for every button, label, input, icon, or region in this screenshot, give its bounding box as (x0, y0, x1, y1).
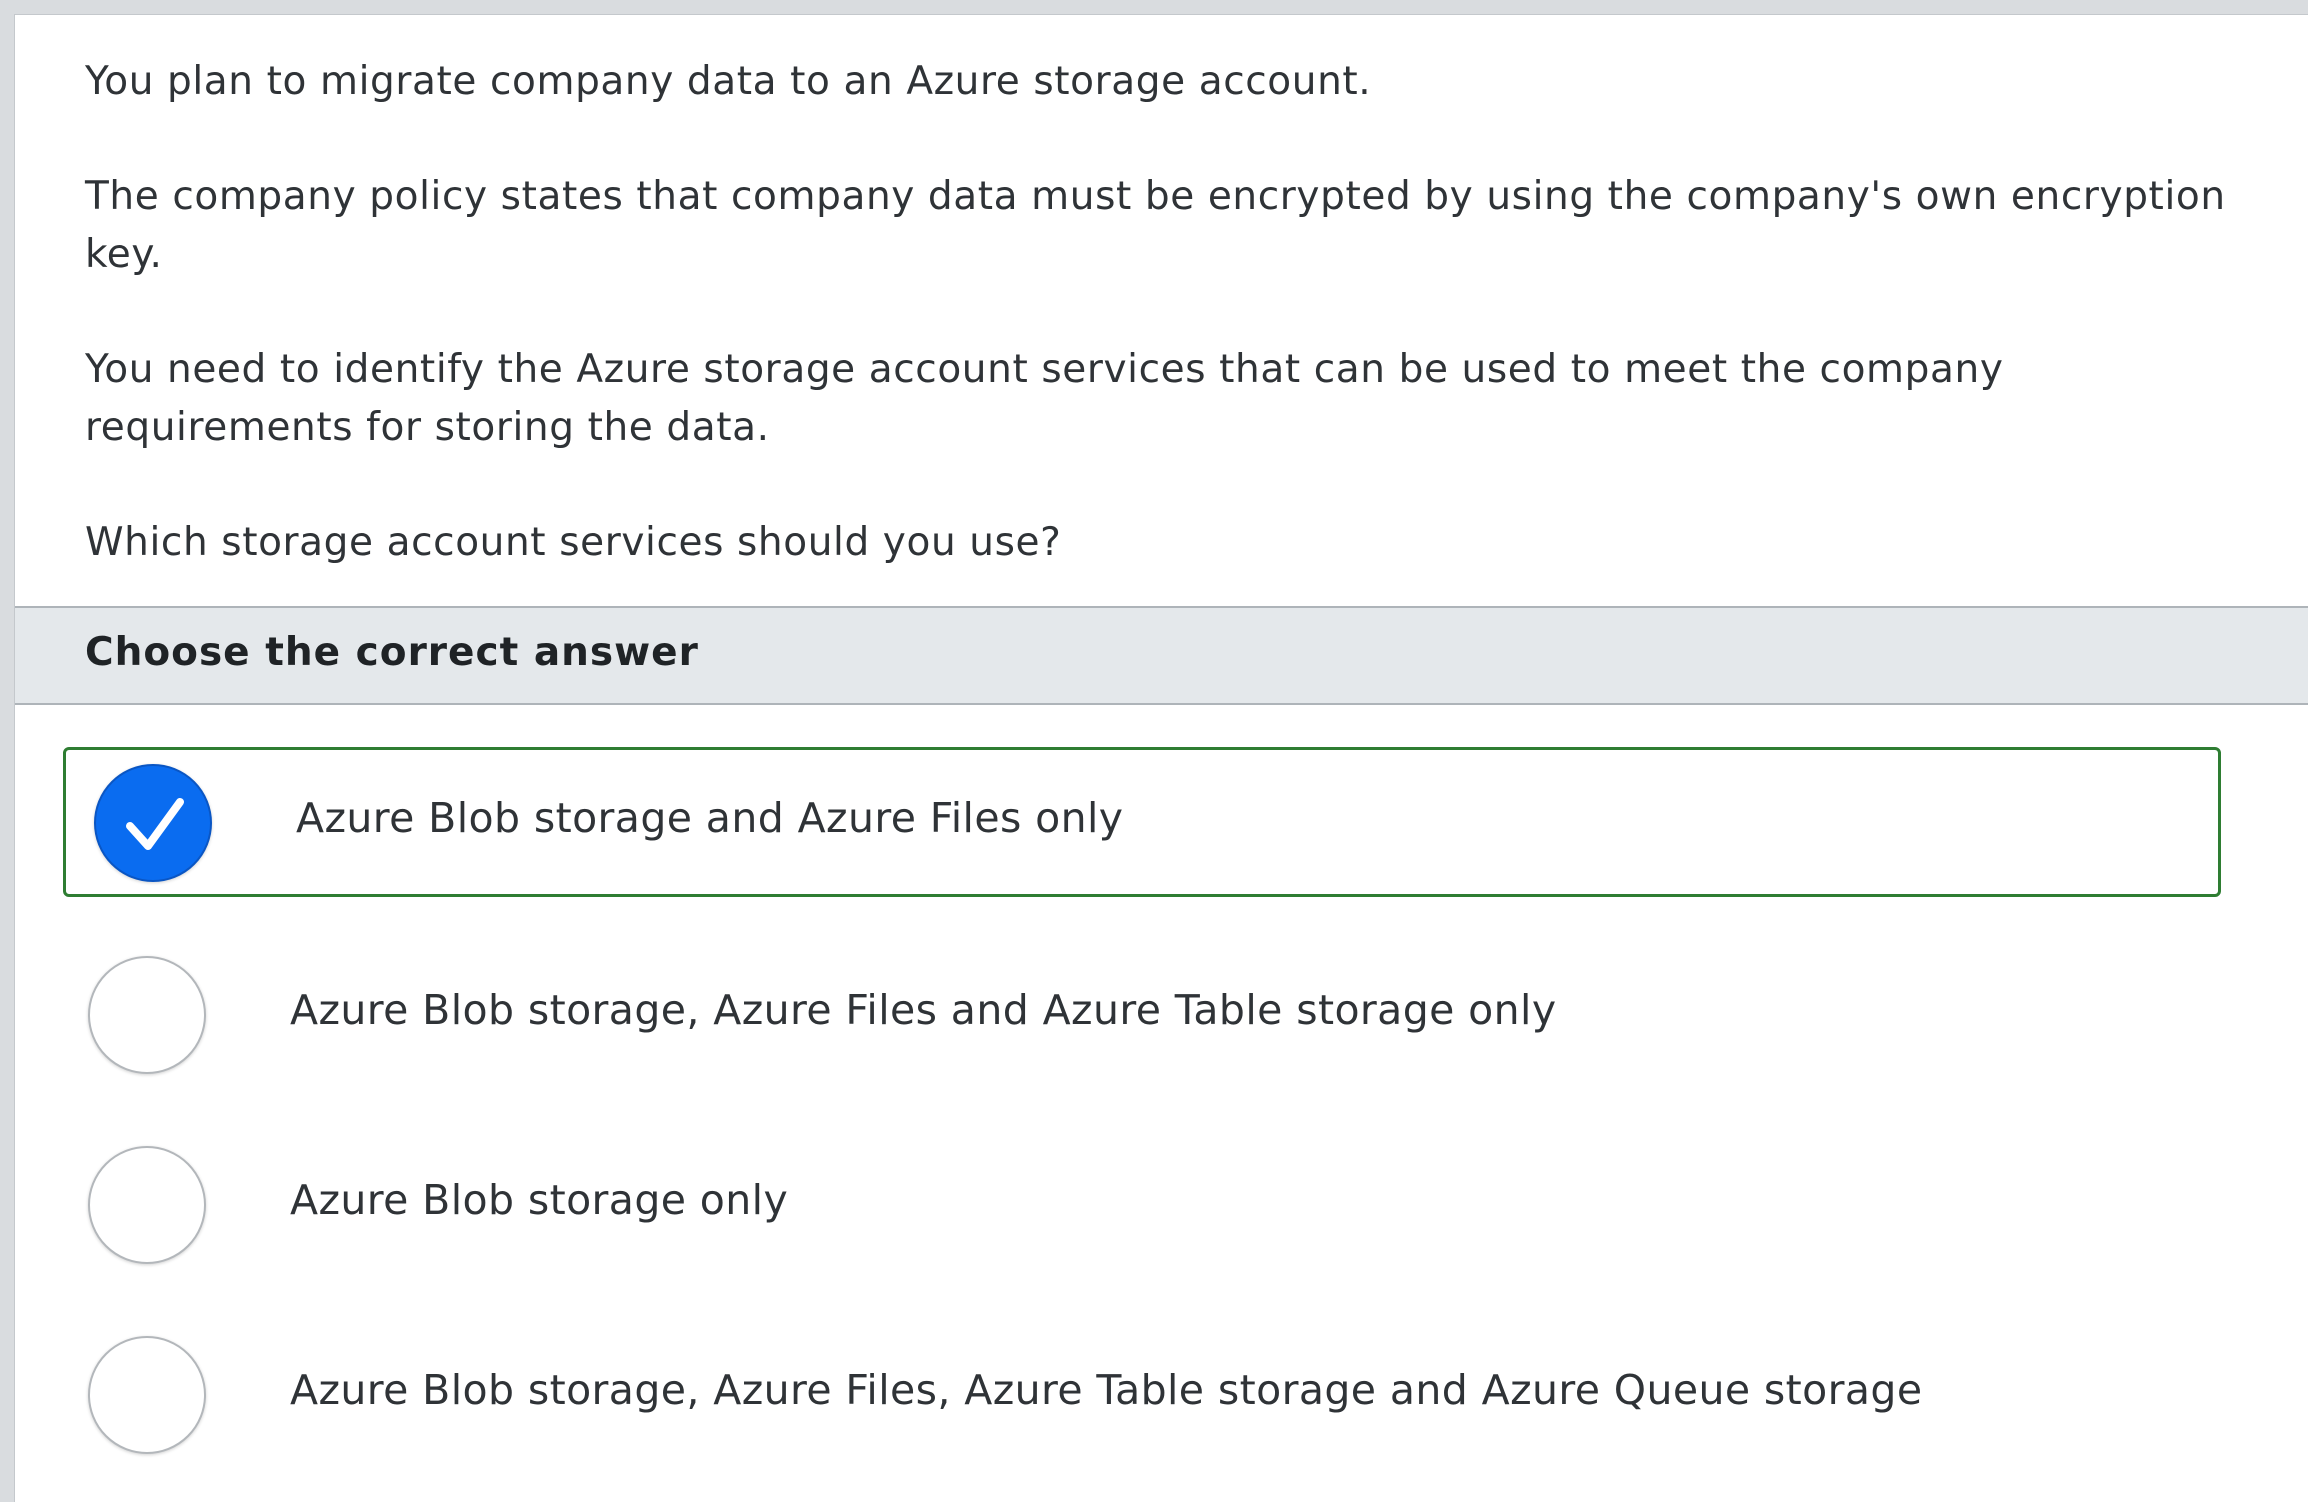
answer-option-label: Azure Blob storage and Azure Files only (296, 794, 1124, 842)
answer-option-1[interactable]: Azure Blob storage and Azure Files only (63, 747, 2221, 897)
question-paragraph-1: You plan to migrate company data to an A… (85, 59, 1372, 104)
question-paragraph-3: You need to identify the Azure storage a… (85, 347, 2004, 450)
answer-option-2[interactable]: Azure Blob storage, Azure Files and Azur… (63, 942, 2221, 1092)
checkmark-icon (126, 798, 184, 850)
answer-header-label: Choose the correct answer (85, 630, 699, 675)
question-card: You plan to migrate company data to an A… (14, 14, 2308, 1502)
answer-option-label: Azure Blob storage, Azure Files, Azure T… (290, 1366, 1923, 1414)
answer-option-4[interactable]: Azure Blob storage, Azure Files, Azure T… (63, 1322, 2221, 1472)
radio-button[interactable] (88, 1146, 206, 1264)
answer-header: Choose the correct answer (15, 606, 2308, 705)
question-text: You plan to migrate company data to an A… (85, 53, 2265, 629)
radio-button[interactable] (88, 1336, 206, 1454)
answer-option-3[interactable]: Azure Blob storage only (63, 1132, 2221, 1282)
question-paragraph-2: The company policy states that company d… (85, 174, 2226, 277)
answer-option-label: Azure Blob storage, Azure Files and Azur… (290, 986, 1557, 1034)
answer-option-label: Azure Blob storage only (290, 1176, 789, 1224)
radio-button-checked[interactable] (94, 764, 212, 882)
radio-button[interactable] (88, 956, 206, 1074)
question-paragraph-4: Which storage account services should yo… (85, 520, 1062, 565)
